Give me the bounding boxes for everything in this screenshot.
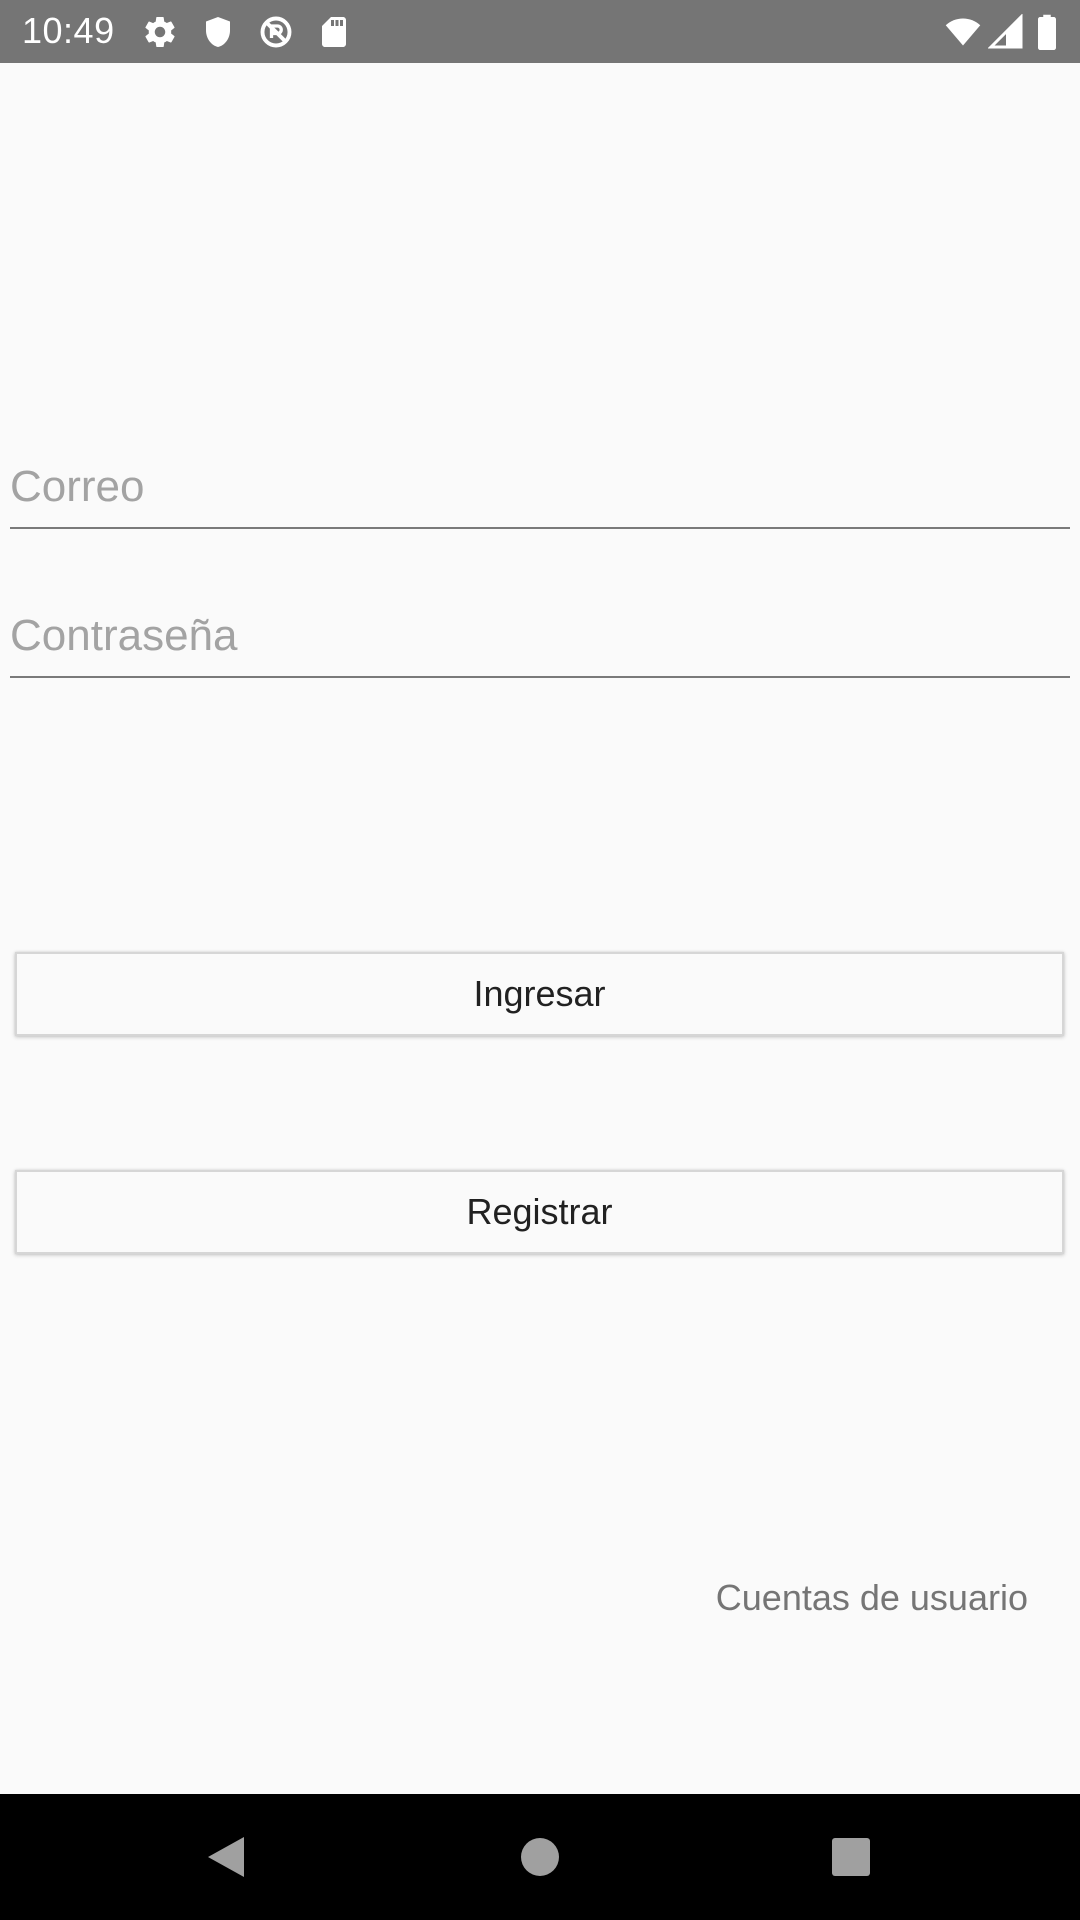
status-bar: 10:49 <box>0 0 1080 63</box>
gear-icon <box>142 14 178 50</box>
user-accounts-link[interactable]: Cuentas de usuario <box>716 1577 1028 1619</box>
sd-card-icon <box>316 14 352 50</box>
email-field-container <box>10 447 1070 529</box>
status-time: 10:49 <box>22 10 115 51</box>
email-field[interactable] <box>10 447 1070 527</box>
navigation-bar <box>0 1794 1080 1920</box>
register-button[interactable]: Registrar <box>15 1170 1064 1254</box>
password-field[interactable] <box>10 596 1070 676</box>
home-icon[interactable] <box>510 1827 570 1887</box>
recents-icon[interactable] <box>821 1827 881 1887</box>
login-screen: Ingresar Registrar Cuentas de usuario <box>0 63 1080 1794</box>
no-sync-icon <box>258 14 294 50</box>
wifi-icon <box>942 14 984 50</box>
battery-icon <box>1034 14 1060 50</box>
cell-signal-icon <box>988 14 1024 50</box>
login-button[interactable]: Ingresar <box>15 952 1064 1036</box>
shield-icon <box>200 14 236 50</box>
password-field-container <box>10 596 1070 678</box>
back-icon[interactable] <box>196 1827 256 1887</box>
